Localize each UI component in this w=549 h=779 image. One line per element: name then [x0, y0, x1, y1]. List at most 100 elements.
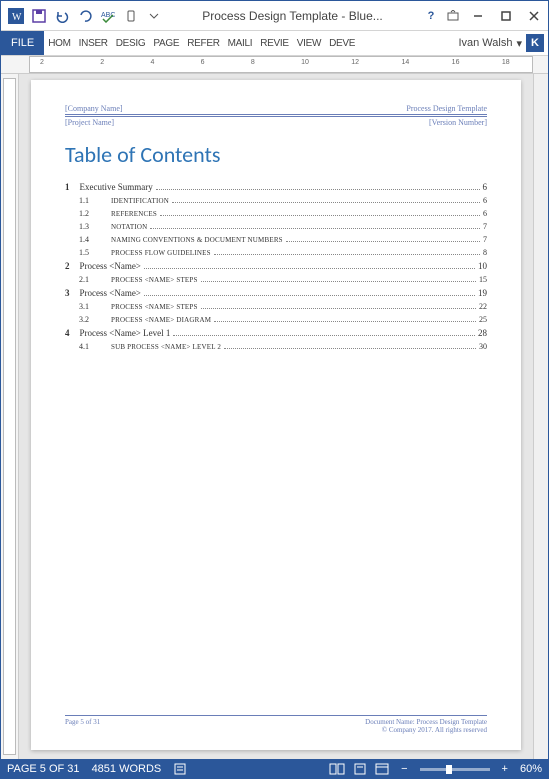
toc-entry[interactable]: 4Process <Name> Level 128	[65, 328, 487, 338]
tab-insert[interactable]: INSER	[75, 38, 112, 49]
toc-entry-label: Executive Summary	[80, 182, 153, 192]
horizontal-ruler[interactable]: 2 2 4 6 8 10 12 14 16 18	[1, 56, 548, 74]
ribbon-display-icon[interactable]	[442, 5, 464, 27]
ruler-tick: 4	[150, 59, 154, 66]
undo-icon[interactable]	[51, 5, 73, 27]
zoom-out-button[interactable]: −	[401, 763, 407, 775]
toc-entry-page: 6	[483, 196, 487, 205]
status-page-info[interactable]: PAGE 5 OF 31	[7, 763, 80, 775]
word-icon[interactable]: W	[5, 5, 27, 27]
tab-references[interactable]: REFER	[183, 38, 223, 49]
toc-entry-num: 1.1	[79, 196, 101, 205]
toc-title: Table of Contents	[65, 141, 487, 168]
toc-entry-label: Naming Conventions & Document Numbers	[111, 236, 283, 244]
view-mode-buttons	[329, 763, 389, 775]
page-header-row1: [Company Name] Process Design Template	[65, 104, 487, 115]
toc-entry[interactable]: 3.1Process <Name> Steps22	[65, 302, 487, 311]
toc-entry[interactable]: 1.1Identification6	[65, 196, 487, 205]
toc-entry[interactable]: 2.1 Process <Name> Steps 15	[65, 275, 487, 284]
footer-copyright: © Company 2017. All rights reserved	[365, 726, 487, 734]
toc-entry-page: 8	[483, 248, 487, 257]
toc-entry[interactable]: 1.2References6	[65, 209, 487, 218]
svg-text:W: W	[12, 12, 22, 23]
touch-mode-icon[interactable]	[120, 5, 142, 27]
toc-entry-page: 7	[483, 222, 487, 231]
maximize-button[interactable]	[492, 2, 520, 30]
tab-mailings[interactable]: MAILI	[224, 38, 257, 49]
tab-view[interactable]: VIEW	[293, 38, 325, 49]
document-viewport[interactable]: [Company Name] Process Design Template […	[19, 74, 533, 759]
toc-leader-dots	[201, 281, 476, 282]
redo-icon[interactable]	[74, 5, 96, 27]
save-icon[interactable]	[28, 5, 50, 27]
vruler-track	[3, 78, 16, 755]
tab-page[interactable]: PAGE	[149, 38, 183, 49]
toc-entry-page: 10	[478, 261, 487, 271]
toc-entry-num: 1.4	[79, 235, 101, 244]
toc-entry[interactable]: 1.5Process Flow Guidelines8	[65, 248, 487, 257]
zoom-level[interactable]: 60%	[520, 763, 542, 775]
toc-entry-num: 1	[65, 182, 70, 192]
tab-design[interactable]: DESIG	[112, 38, 150, 49]
ruler-tick: 14	[401, 59, 409, 66]
toc-list: 1 Executive Summary 61.1Identification6 1.2…	[65, 182, 487, 351]
toc-leader-dots	[173, 335, 475, 336]
footer-page-num: Page 5 of 31	[65, 718, 100, 734]
page-footer: Page 5 of 31 Document Name: Process Desi…	[65, 715, 487, 734]
footer-doc-name: Document Name: Process Design Template	[365, 718, 487, 726]
print-layout-icon[interactable]	[353, 763, 367, 775]
toc-entry-label: Process <Name> Steps	[111, 276, 198, 284]
toc-leader-dots	[214, 321, 476, 322]
file-tab[interactable]: FILE	[1, 31, 44, 55]
qat-customize-icon[interactable]	[143, 5, 165, 27]
toc-leader-dots	[156, 189, 480, 190]
user-avatar: K	[526, 34, 544, 52]
toc-entry[interactable]: 4.1Sub Process <Name> Level 230	[65, 342, 487, 351]
status-bar: PAGE 5 OF 31 4851 WORDS − + 60%	[1, 759, 548, 779]
ruler-tick: 6	[201, 59, 205, 66]
toc-entry-num: 2.1	[79, 275, 101, 284]
spellcheck-icon[interactable]: ABC	[97, 5, 119, 27]
user-name: Ivan Walsh	[458, 37, 512, 49]
toc-entry[interactable]: 3Process <Name>19	[65, 288, 487, 298]
vertical-ruler[interactable]	[1, 74, 19, 759]
toc-entry-label: Process <Name> Level 1	[80, 328, 171, 338]
ribbon-tabs: FILE HOM INSER DESIG PAGE REFER MAILI RE…	[1, 31, 548, 56]
toc-entry-page: 30	[479, 342, 487, 351]
ruler-tick: 18	[502, 59, 510, 66]
toc-leader-dots	[224, 348, 476, 349]
toc-entry-label: Process <Name>	[80, 288, 141, 298]
toc-entry[interactable]: 3.2Process <Name> Diagram25	[65, 315, 487, 324]
status-word-count[interactable]: 4851 WORDS	[92, 763, 162, 775]
toc-entry-num: 1.2	[79, 209, 101, 218]
read-mode-icon[interactable]	[329, 763, 345, 775]
vertical-scrollbar[interactable]	[533, 74, 548, 759]
header-company: [Company Name]	[65, 104, 123, 113]
zoom-in-button[interactable]: +	[502, 763, 508, 775]
tab-developer[interactable]: DEVE	[325, 38, 359, 49]
toc-entry-page: 15	[479, 275, 487, 284]
toc-leader-dots	[286, 241, 480, 242]
toc-entry[interactable]: 1Executive Summary6	[65, 182, 487, 192]
tab-home[interactable]: HOM	[44, 38, 74, 49]
toc-entry[interactable]: 2Process <Name>10	[65, 261, 487, 271]
work-area: [Company Name] Process Design Template […	[1, 74, 548, 759]
zoom-thumb[interactable]	[446, 765, 452, 774]
toc-entry-page: 25	[479, 315, 487, 324]
ruler-tick: 2	[40, 59, 44, 66]
document-page[interactable]: [Company Name] Process Design Template […	[31, 80, 521, 750]
user-account[interactable]: Ivan Walsh ▾ K	[458, 34, 548, 52]
toc-leader-dots	[160, 215, 480, 216]
ruler-tick: 12	[351, 59, 359, 66]
toc-leader-dots	[144, 268, 475, 269]
toc-entry[interactable]: 1.4 Naming Conventions & Document Numbers…	[65, 235, 487, 244]
toc-entry[interactable]: 1.3Notation7	[65, 222, 487, 231]
toc-entry-page: 22	[479, 302, 487, 311]
close-button[interactable]	[520, 2, 548, 30]
minimize-button[interactable]	[464, 2, 492, 30]
web-layout-icon[interactable]	[375, 763, 389, 775]
zoom-slider[interactable]	[420, 768, 490, 771]
proofing-icon[interactable]	[173, 762, 187, 776]
tab-review[interactable]: REVIE	[256, 38, 293, 49]
help-icon[interactable]: ?	[420, 5, 442, 27]
